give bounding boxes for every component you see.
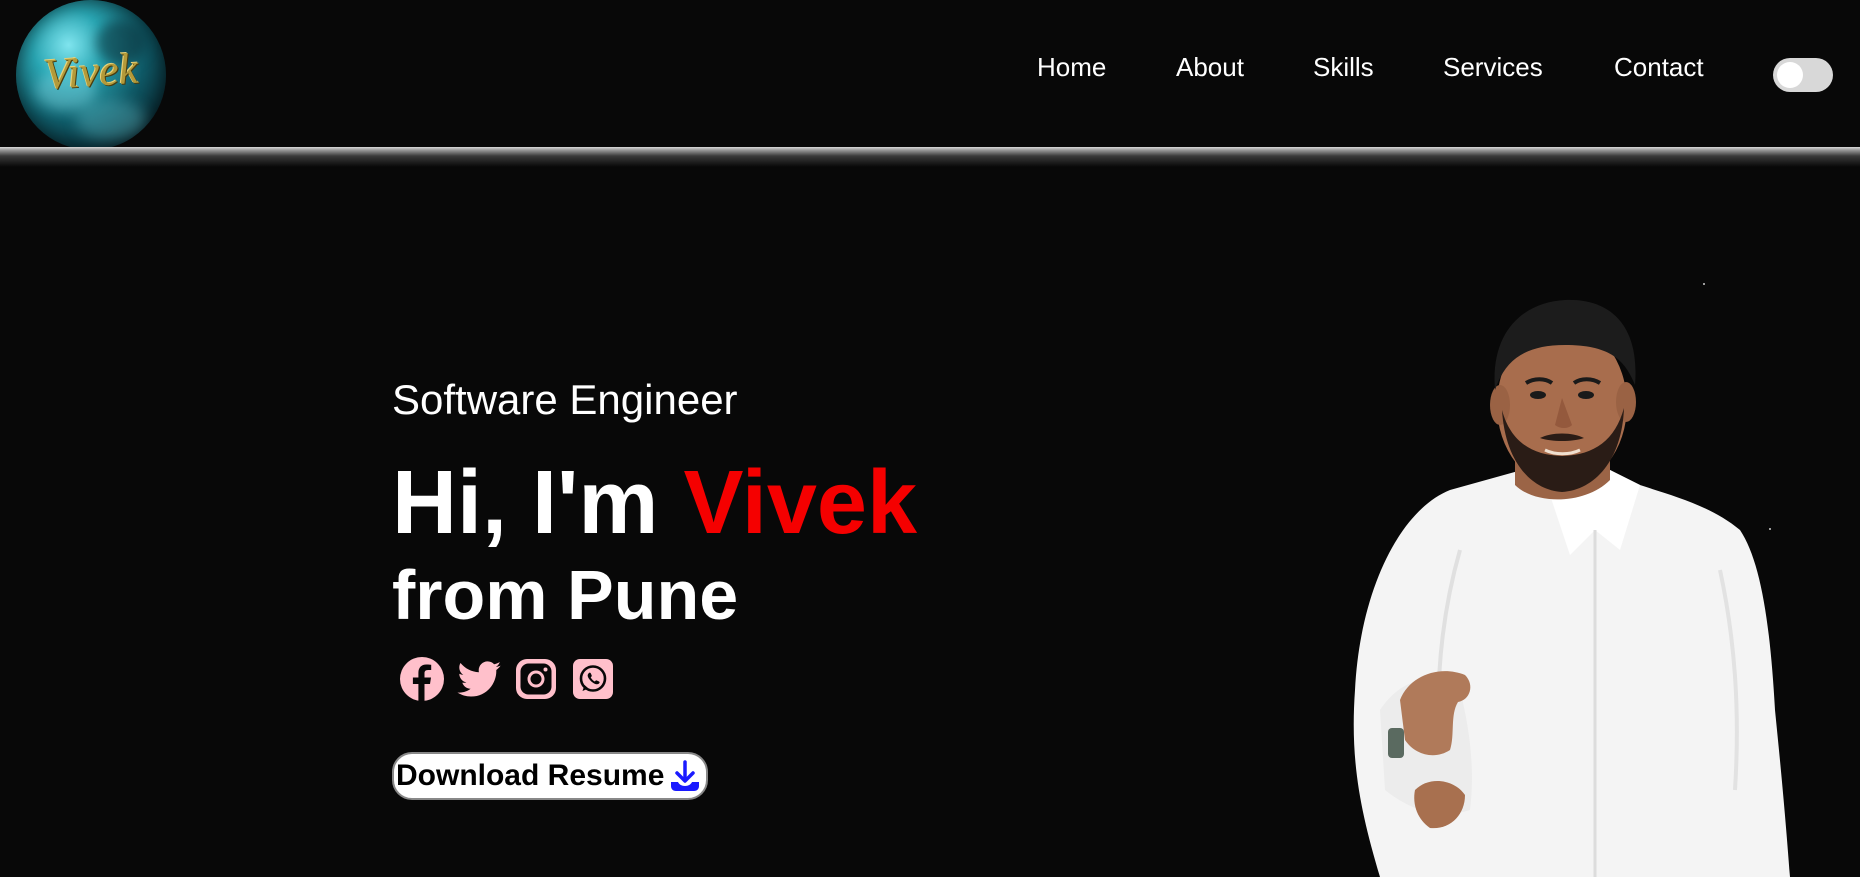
download-icon [671, 760, 699, 791]
hero-greeting: Hi, I'm [392, 453, 659, 553]
toggle-knob [1777, 62, 1803, 88]
instagram-icon[interactable] [512, 655, 560, 703]
facebook-icon[interactable] [398, 655, 446, 703]
theme-toggle[interactable] [1773, 58, 1833, 92]
download-resume-label: Download Resume [396, 759, 665, 792]
twitter-icon[interactable] [455, 655, 503, 703]
nav-about[interactable]: About [1176, 52, 1244, 83]
hero-name: Vivek [683, 453, 918, 553]
logo[interactable]: Vivek [16, 0, 166, 150]
nav-contact[interactable]: Contact [1614, 52, 1704, 83]
nav-services[interactable]: Services [1443, 52, 1543, 83]
hero-location: from Pune [392, 556, 739, 634]
download-resume-button[interactable]: Download Resume [392, 752, 708, 800]
header-divider [0, 147, 1860, 167]
nav-home[interactable]: Home [1037, 52, 1106, 83]
star-dot [1703, 283, 1705, 285]
hero-subtitle: Software Engineer [392, 376, 738, 423]
nav-skills[interactable]: Skills [1313, 52, 1374, 83]
site-header: Vivek Home About Skills Services Contact [0, 0, 1860, 150]
whatsapp-icon[interactable] [569, 655, 617, 703]
hero-headline: Hi, I'm Vivek [392, 458, 917, 548]
logo-text: Vivek [42, 43, 140, 100]
profile-photo [1353, 299, 1790, 877]
